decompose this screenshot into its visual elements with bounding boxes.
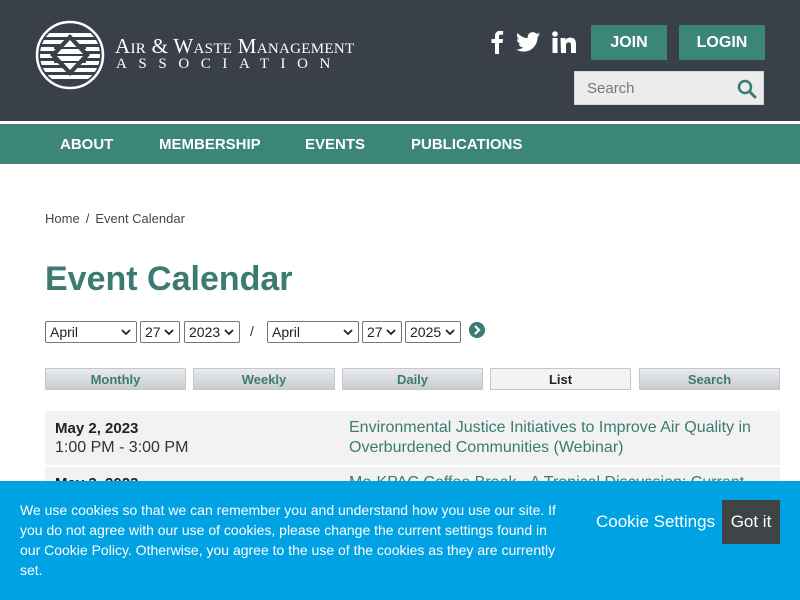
cookie-banner: We use cookies so that we can remember y… (0, 481, 800, 600)
event-time: 1:00 PM - 3:00 PM (55, 439, 189, 456)
list-item: May 2, 2023 1:00 PM - 3:00 PM Environmen… (45, 411, 780, 465)
main-nav: ABOUT MEMBERSHIP EVENTS PUBLICATIONS (0, 124, 800, 164)
facebook-icon[interactable] (487, 28, 507, 56)
logo-subtitle: ASSOCIATION (116, 56, 342, 72)
twitter-icon[interactable] (515, 28, 541, 56)
end-year-value: 2025 (410, 324, 442, 340)
nav-item-about[interactable]: ABOUT (60, 124, 113, 164)
end-year-select[interactable]: 2025 (405, 321, 461, 343)
search-input[interactable] (575, 72, 735, 104)
tab-list[interactable]: List (490, 368, 631, 390)
start-day-select[interactable]: 27 (140, 321, 180, 343)
start-month-select[interactable]: April (45, 321, 137, 343)
login-button[interactable]: LOGIN (679, 25, 765, 60)
cookie-message: We use cookies so that we can remember y… (20, 502, 556, 578)
event-title-link[interactable]: Environmental Justice Initiatives to Imp… (349, 418, 769, 458)
chevron-down-icon (121, 329, 131, 336)
next-arrow-icon[interactable] (469, 322, 485, 338)
breadcrumb-home[interactable]: Home (45, 211, 80, 226)
tab-weekly[interactable]: Weekly (193, 368, 335, 390)
chevron-down-icon (445, 329, 455, 336)
start-month-value: April (50, 324, 79, 340)
site-header: Air & Waste Management ASSOCIATION JOIN … (0, 0, 800, 121)
search-icon[interactable] (737, 79, 757, 99)
nav-item-membership[interactable]: MEMBERSHIP (159, 124, 261, 164)
join-button[interactable]: JOIN (591, 25, 667, 60)
breadcrumb-separator: / (85, 211, 90, 226)
chevron-down-icon (343, 329, 353, 336)
end-day-select[interactable]: 27 (362, 321, 402, 343)
tab-monthly[interactable]: Monthly (45, 368, 186, 390)
tab-search[interactable]: Search (639, 368, 780, 390)
nav-item-events[interactable]: EVENTS (305, 124, 365, 164)
chevron-down-icon (164, 329, 174, 336)
end-month-value: April (272, 324, 301, 340)
end-day-value: 27 (367, 324, 383, 340)
search-box (574, 71, 764, 105)
chevron-down-icon (386, 329, 396, 336)
date-range-separator: / (250, 323, 254, 339)
nav-item-publications[interactable]: PUBLICATIONS (411, 124, 522, 164)
end-month-select[interactable]: April (267, 321, 359, 343)
cookie-settings-button[interactable]: Cookie Settings (596, 512, 715, 532)
start-year-select[interactable]: 2023 (184, 321, 240, 343)
linkedin-icon[interactable] (551, 28, 577, 56)
breadcrumb-current: Event Calendar (95, 211, 185, 226)
start-day-value: 27 (145, 324, 161, 340)
event-date: May 2, 2023 (55, 420, 139, 437)
got-it-button[interactable]: Got it (722, 500, 780, 544)
tab-daily[interactable]: Daily (342, 368, 483, 390)
chevron-down-icon (224, 329, 234, 336)
start-year-value: 2023 (189, 324, 221, 340)
breadcrumb: Home / Event Calendar (45, 211, 185, 226)
logo-icon[interactable] (34, 20, 106, 90)
page-title: Event Calendar (45, 260, 293, 298)
